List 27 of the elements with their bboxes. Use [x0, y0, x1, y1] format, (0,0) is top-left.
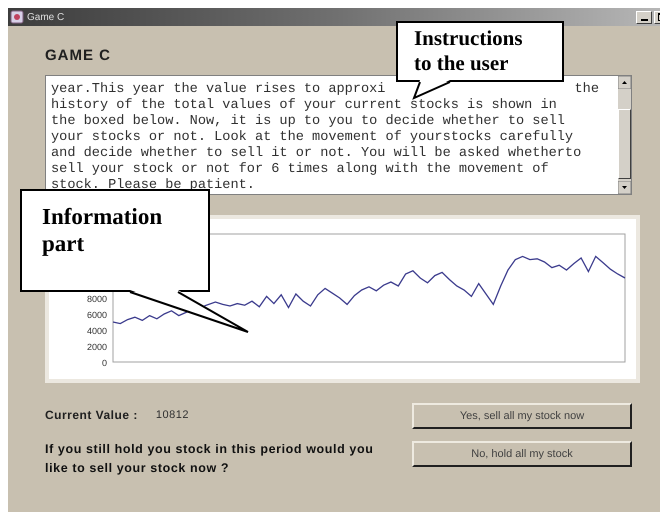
game-heading: GAME C	[45, 46, 111, 66]
scroll-down-icon[interactable]	[618, 181, 631, 194]
instruction-text: and decide whether to sell it or not. You will be asked whetherto	[51, 146, 582, 162]
callout-tail	[412, 79, 452, 100]
current-value-label: Current Value :	[45, 407, 138, 424]
scrollbar[interactable]	[618, 76, 631, 194]
window-title: Game C	[27, 10, 64, 24]
y-tick-label: 4000	[86, 326, 107, 336]
question-text: If you still hold you stock in this period would you like to sell your stock now ?	[45, 441, 374, 477]
y-tick-label: 6000	[86, 310, 107, 320]
scroll-thumb[interactable]	[618, 109, 631, 179]
scroll-up-icon[interactable]	[618, 76, 631, 89]
y-tick-label: 8000	[86, 294, 107, 304]
instruction-text: year.This year the value rises to approxi	[51, 82, 386, 98]
instruction-text: the	[574, 82, 599, 98]
y-tick-label: 0	[102, 358, 107, 368]
minimize-icon	[640, 18, 648, 20]
instruction-text: sell your stock or not for 6 times along with the movement of	[51, 162, 549, 178]
action-button[interactable]: No, hold all my stock	[412, 441, 632, 467]
instruction-text: history of the total values of your current stocks is shown in	[51, 98, 557, 114]
current-value: 10812	[156, 408, 189, 423]
instruction-text: the boxed below. Now, it is up to you to decide whether to sell	[51, 114, 565, 130]
instruction-text: your stocks or not. Look at the movement of yourstocks carefully	[51, 130, 574, 146]
app-icon	[10, 10, 24, 24]
action-button[interactable]: Yes, sell all my stock now	[412, 403, 632, 429]
minimize-button[interactable]	[636, 10, 652, 24]
y-tick-label: 2000	[86, 342, 107, 352]
